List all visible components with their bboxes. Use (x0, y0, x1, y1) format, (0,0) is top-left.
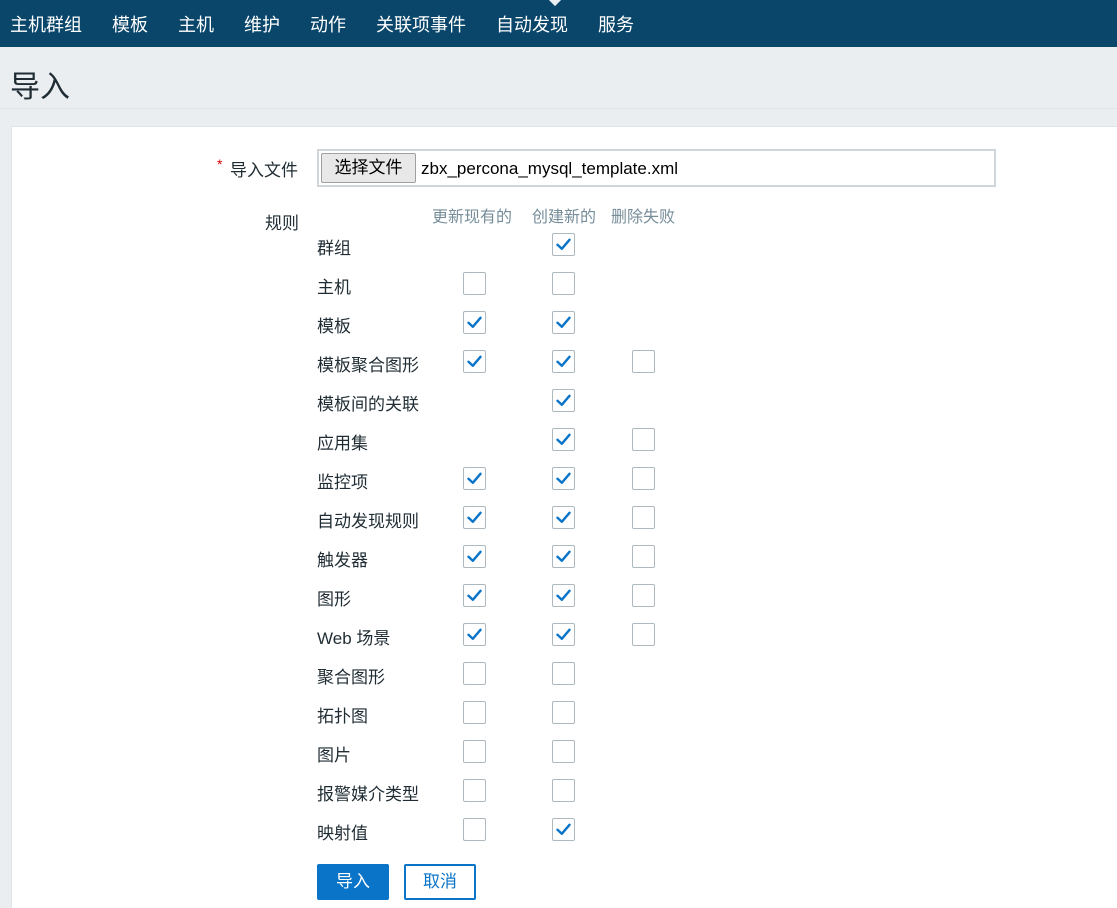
checkmark-icon (556, 394, 571, 406)
page-title: 导入 (10, 71, 70, 104)
import-file-label: 导入文件 (230, 161, 298, 180)
checkmark-icon (556, 550, 571, 562)
checkbox-create-new[interactable] (552, 272, 575, 295)
checkbox-update-existing[interactable] (463, 740, 486, 763)
checkbox-delete-missing[interactable] (632, 428, 655, 451)
checkbox-delete-missing[interactable] (632, 350, 655, 373)
rule-label: 应用集 (317, 434, 368, 453)
rule-label: 图形 (317, 590, 351, 609)
checkmark-icon (467, 589, 482, 601)
checkbox-create-new[interactable] (552, 350, 575, 373)
active-nav-marker (547, 0, 563, 7)
checkbox-update-existing[interactable] (463, 311, 486, 334)
nav-item-actions[interactable]: 动作 (310, 11, 346, 37)
rule-label: 模板 (317, 317, 351, 336)
column-header-create-new: 创建新的 (532, 209, 597, 226)
rule-label: 模板间的关联 (317, 395, 419, 414)
column-header-update-existing: 更新现有的 (432, 209, 513, 226)
checkbox-delete-missing[interactable] (632, 584, 655, 607)
checkmark-icon (467, 316, 482, 328)
checkbox-update-existing[interactable] (463, 467, 486, 490)
nav-item-discovery[interactable]: 自动发现 (496, 11, 568, 37)
checkmark-icon (556, 433, 571, 445)
checkbox-update-existing[interactable] (463, 623, 486, 646)
checkbox-create-new[interactable] (552, 740, 575, 763)
checkbox-update-existing[interactable] (463, 506, 486, 529)
checkmark-icon (556, 355, 571, 367)
rule-label: 监控项 (317, 473, 368, 492)
rules-label: 规则 (265, 214, 299, 233)
checkbox-delete-missing[interactable] (632, 623, 655, 646)
checkmark-icon (467, 550, 482, 562)
checkbox-create-new[interactable] (552, 311, 575, 334)
nav-item-maintenance[interactable]: 维护 (244, 11, 280, 37)
checkbox-update-existing[interactable] (463, 701, 486, 724)
checkbox-create-new[interactable] (552, 506, 575, 529)
checkbox-create-new[interactable] (552, 779, 575, 802)
nav-item-services[interactable]: 服务 (598, 11, 634, 37)
required-marker: * (217, 156, 223, 172)
checkbox-create-new[interactable] (552, 623, 575, 646)
checkbox-create-new[interactable] (552, 233, 575, 256)
checkmark-icon (467, 355, 482, 367)
checkbox-create-new[interactable] (552, 584, 575, 607)
checkmark-icon (556, 511, 571, 523)
nav-item-host-groups[interactable]: 主机群组 (10, 11, 82, 37)
checkmark-icon (556, 238, 571, 250)
checkbox-create-new[interactable] (552, 701, 575, 724)
choose-file-button[interactable]: 选择文件 (321, 153, 416, 183)
rule-label: 映射值 (317, 824, 368, 843)
rule-label: 模板聚合图形 (317, 356, 419, 375)
checkmark-icon (556, 628, 571, 640)
checkbox-update-existing[interactable] (463, 272, 486, 295)
checkmark-icon (467, 628, 482, 640)
checkbox-update-existing[interactable] (463, 818, 486, 841)
checkbox-delete-missing[interactable] (632, 467, 655, 490)
nav-item-templates[interactable]: 模板 (112, 11, 148, 37)
checkbox-create-new[interactable] (552, 662, 575, 685)
checkbox-update-existing[interactable] (463, 545, 486, 568)
checkbox-create-new[interactable] (552, 389, 575, 412)
checkmark-icon (556, 589, 571, 601)
rule-label: 自动发现规则 (317, 512, 419, 531)
checkmark-icon (467, 472, 482, 484)
checkbox-update-existing[interactable] (463, 350, 486, 373)
checkbox-create-new[interactable] (552, 467, 575, 490)
header-divider (0, 108, 1117, 109)
checkmark-icon (467, 511, 482, 523)
nav-item-hosts[interactable]: 主机 (178, 11, 214, 37)
checkbox-update-existing[interactable] (463, 584, 486, 607)
column-header-delete-missing: 删除失败 (611, 209, 676, 226)
checkbox-create-new[interactable] (552, 818, 575, 841)
top-navigation: 主机群组 模板 主机 维护 动作 关联项事件 自动发现 服务 (0, 0, 1117, 47)
import-button[interactable]: 导入 (317, 864, 389, 900)
checkmark-icon (556, 316, 571, 328)
rule-label: 主机 (317, 278, 351, 297)
checkbox-create-new[interactable] (552, 428, 575, 451)
rule-label: 拓扑图 (317, 707, 368, 726)
checkbox-delete-missing[interactable] (632, 506, 655, 529)
rule-label: 群组 (317, 239, 351, 258)
rule-label: 图片 (317, 746, 351, 765)
cancel-button[interactable]: 取消 (404, 864, 476, 900)
checkmark-icon (556, 823, 571, 835)
checkmark-icon (556, 472, 571, 484)
checkbox-update-existing[interactable] (463, 662, 486, 685)
file-input[interactable]: 选择文件 zbx_percona_mysql_template.xml (317, 149, 996, 187)
rule-label: Web 场景 (317, 629, 391, 648)
checkbox-update-existing[interactable] (463, 779, 486, 802)
rule-label: 触发器 (317, 551, 368, 570)
rule-label: 聚合图形 (317, 668, 385, 687)
nav-item-event-correlation[interactable]: 关联项事件 (376, 11, 466, 37)
checkbox-create-new[interactable] (552, 545, 575, 568)
rule-label: 报警媒介类型 (317, 785, 419, 804)
checkbox-delete-missing[interactable] (632, 545, 655, 568)
selected-file-name: zbx_percona_mysql_template.xml (421, 159, 679, 178)
